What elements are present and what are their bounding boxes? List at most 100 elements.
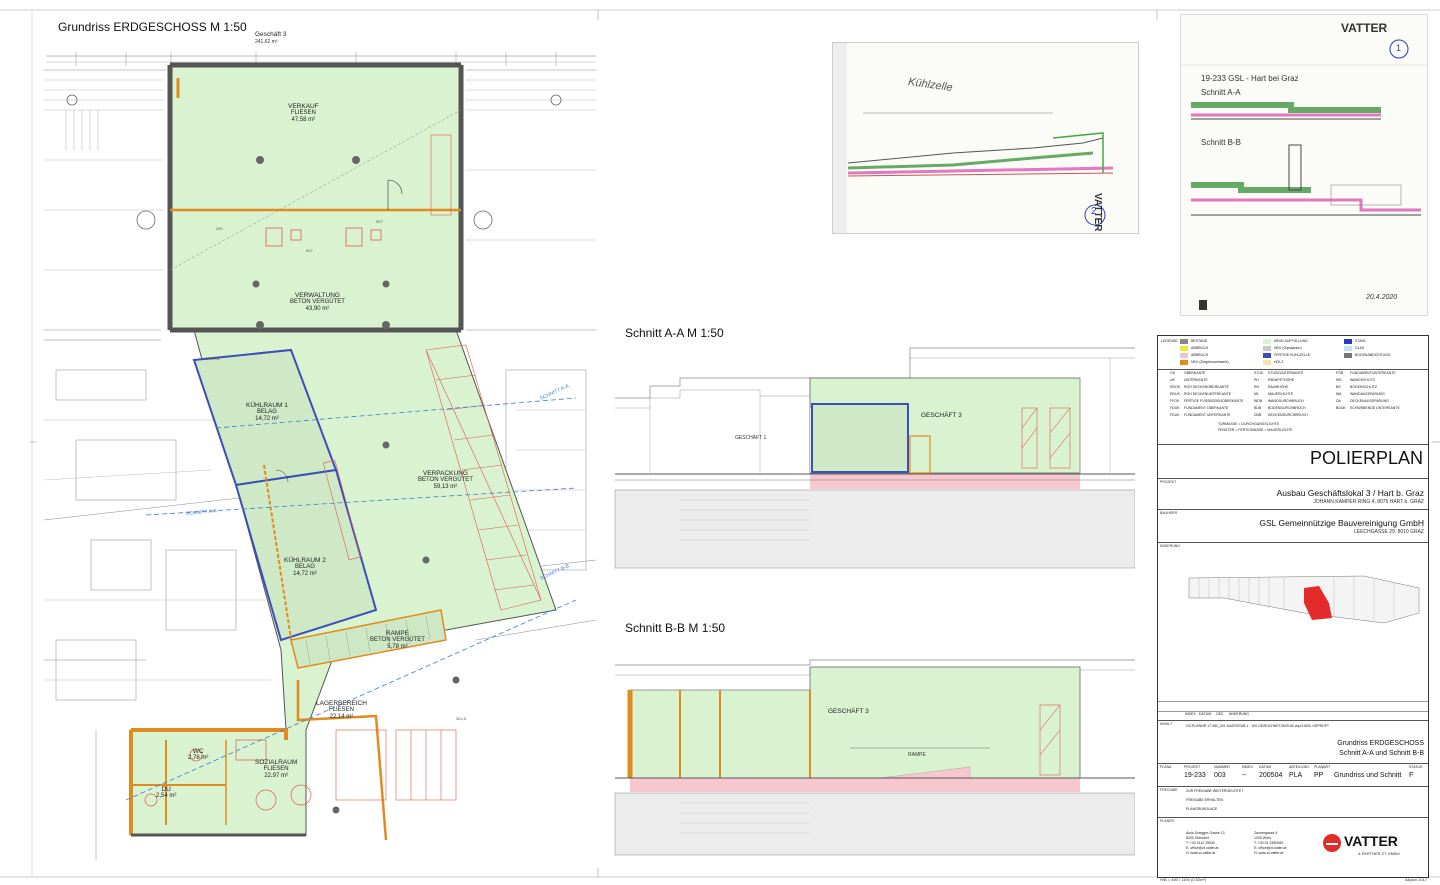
vatter-logo-icon (1323, 834, 1341, 852)
projekt-address: JOHANN KAMPER RING 4, 8075 HART b. GRAZ (1313, 499, 1424, 505)
plan-col-header: STATUS (1409, 765, 1423, 769)
abbreviation-cell: BODENSCHLITZ (1350, 385, 1378, 389)
abbreviation-cell: FUNDAMENTUNTERKANTE (1350, 371, 1396, 375)
room-wc-name: WC (192, 748, 204, 755)
plan-col-value: PP (1314, 772, 1324, 779)
legend-item: NEU (Ziegelmauerwerk) (1191, 360, 1229, 364)
room-lagerbereich-floor: FLIESEN (328, 707, 354, 714)
planer-address-2: Zaunergasse 4 1030 Wien T: +43 01 235006… (1254, 831, 1287, 855)
location-map (1188, 575, 1420, 624)
room-sozialraum-name: SOZIALRAUM (255, 759, 298, 766)
legend-item: BODENABDICHTUNG (1355, 353, 1391, 357)
room-du: DU 2,54 m² (156, 786, 176, 800)
divider (1158, 369, 1428, 370)
section-aa-drawing (614, 347, 1135, 569)
room-verpackung-floor: BETON VERGÜTET (418, 477, 473, 484)
room-rampe-floor: BETON VERGÜTET (370, 637, 425, 644)
abbreviation-cell: FUNDAMENT UNTERKANTE (1184, 413, 1231, 417)
abbreviation-cell: RAUMHÖHE (1268, 385, 1289, 389)
bauherr-label: BAUHERR (1160, 511, 1178, 515)
abbreviation-cell: FDUK (1170, 413, 1180, 417)
legend-item: ABBRUCH (1191, 346, 1209, 350)
abbreviation-cell: BDB (1254, 406, 1262, 410)
room-verkauf-name: VERKAUF (288, 103, 319, 110)
polierplan-title: POLIERPLAN (1309, 448, 1423, 468)
section-aa-room: GESCHÄFT 3 (921, 412, 962, 419)
room-wc: WC 2,76 m² (188, 748, 208, 762)
footer-right: Allplan 2017 (1405, 877, 1428, 882)
plana-label: PLANA (1160, 765, 1172, 769)
plan-col-header: ABTEILUNG (1289, 765, 1309, 769)
aenderung-label: ÄNDERUNG (1160, 544, 1181, 548)
section-bb-rampe: RAMPE (908, 752, 926, 758)
room-verkauf-area: 47,58 m² (291, 117, 316, 124)
plan-col-header: DATUM (1259, 765, 1272, 769)
legend-item: GLAS (1355, 346, 1365, 350)
plan-top-label: Geschäft 3 (255, 31, 287, 38)
room-verwaltung-floor: BETON VERGÜTET (290, 299, 345, 306)
room-kuehlraum2-area: 14,72 m² (293, 571, 317, 578)
plan-col-header: PROJEKT (1184, 765, 1201, 769)
room-kuehlraum1-name: KÜHLRAUM 1 (246, 402, 288, 409)
plan-title: Grundriss ERDGESCHOSS M 1:50 (58, 20, 247, 34)
freigabe-label: FREIGABE (1160, 788, 1178, 792)
abbreviation-cell: UNTERKANTE (1184, 378, 1208, 382)
abbreviation-cell: ROH DECKENOBERKANTE (1184, 385, 1229, 389)
abbreviation-cell: BDUK (1336, 406, 1346, 410)
plan-col-value: 200504 (1259, 772, 1283, 779)
sketch-2-number: 1 (1396, 43, 1402, 53)
abbreviation-cell: RDOK (1170, 385, 1181, 389)
abbreviation-cell: DECKENDURCHBRUCH (1268, 413, 1308, 417)
abbreviation-cell: ML (1254, 392, 1259, 396)
abbreviation-cell: ROH DECKENUNTERKANTE (1184, 392, 1232, 396)
plan-col-value: F (1409, 772, 1414, 779)
abbreviation-cell: RH (1254, 385, 1260, 389)
legend-item: BESTAND (1191, 339, 1208, 343)
legend-item: ABBRUCH (1191, 353, 1209, 357)
sketch-2-date: 20.4.2020 (1366, 294, 1398, 301)
plan-col-value: PLA (1289, 772, 1303, 779)
svg-text:324,5: 324,5 (456, 716, 467, 721)
abbreviation-cell: PARAPETHÖHE (1268, 378, 1295, 382)
abbreviation-cell: WANDAUSSPARUNG (1350, 392, 1385, 396)
section-bb-title: Schnitt B-B M 1:50 (625, 621, 726, 635)
abbreviation-cell: PH (1254, 378, 1259, 382)
abbreviation-cell: FERTIGE FUSSBODENOBERKANTE (1184, 399, 1244, 403)
abbreviation-cell: DDB (1254, 413, 1262, 417)
plan-col-value: 003 (1214, 772, 1226, 779)
room-du-name: DU (161, 786, 171, 793)
room-verkauf-floor: FLIESEN (290, 110, 316, 117)
section-bb-drawing (614, 659, 1135, 856)
door-note: TÜRMASSE = DURCHGANGSLICHTE (1218, 422, 1280, 426)
plan-col-header: NUMMER (1214, 765, 1230, 769)
divider (1158, 817, 1428, 818)
room-verwaltung: VERWALTUNG BETON VERGÜTET 43,90 m² (290, 292, 345, 313)
aenderung-col-aenderung: ÄNDERUNG (1229, 712, 1250, 716)
abbreviation-cell: SCHWEBENDE UNTERKANTE (1350, 406, 1400, 410)
abbreviation-cell: RDUK (1170, 392, 1180, 396)
legend-item: NEU (Gipskarton) (1274, 346, 1302, 350)
divider (1158, 763, 1428, 764)
section-bb-room: GESCHÄFT 3 (828, 708, 869, 715)
divider (1158, 444, 1428, 445)
room-lagerbereich-name: LAGERBEREICH (316, 700, 367, 707)
abbreviation-cell: BS (1336, 385, 1341, 389)
room-kuehlraum2: KÜHLRAUM 2 BELAG 14,72 m² (284, 557, 326, 578)
room-kuehlraum1: KÜHLRAUM 1 BELAG 14,72 m² (246, 402, 288, 423)
title-block: LEGENDE BESTAND NEUE AUFFÜLLUNG STAHL AB… (1157, 335, 1429, 878)
projekt-name: Ausbau Geschäftslokal 3 / Hart b. Graz (1276, 488, 1424, 498)
vatter-logo: VATTER (1344, 833, 1398, 849)
room-verwaltung-area: 43,90 m² (305, 306, 330, 313)
aenderung-col-datum: DATUM (1199, 712, 1212, 716)
window-note: FENSTER = FERTIGMASSE = MAUERLICHTE (1218, 428, 1293, 432)
planer-label: PLANER (1160, 819, 1175, 823)
divider (1158, 509, 1428, 510)
abbreviation-cell: UK (1170, 378, 1175, 382)
svg-text:SCHNITT A-A: SCHNITT A-A (539, 383, 570, 402)
legend-item: FERTIGE KÜHLZELLE (1274, 353, 1311, 357)
inhalt-meta: GZ-PLANNR 17.082_001 MASSSTAB 1 : 100 GE… (1186, 724, 1329, 728)
svg-text:907: 907 (306, 248, 313, 253)
room-verpackung: VERPACKUNG BETON VERGÜTET 59,13 m² (418, 470, 473, 491)
sketch-2-section-b: Schnitt B-B (1201, 138, 1242, 147)
plan-col-value: -- (1242, 772, 1247, 779)
